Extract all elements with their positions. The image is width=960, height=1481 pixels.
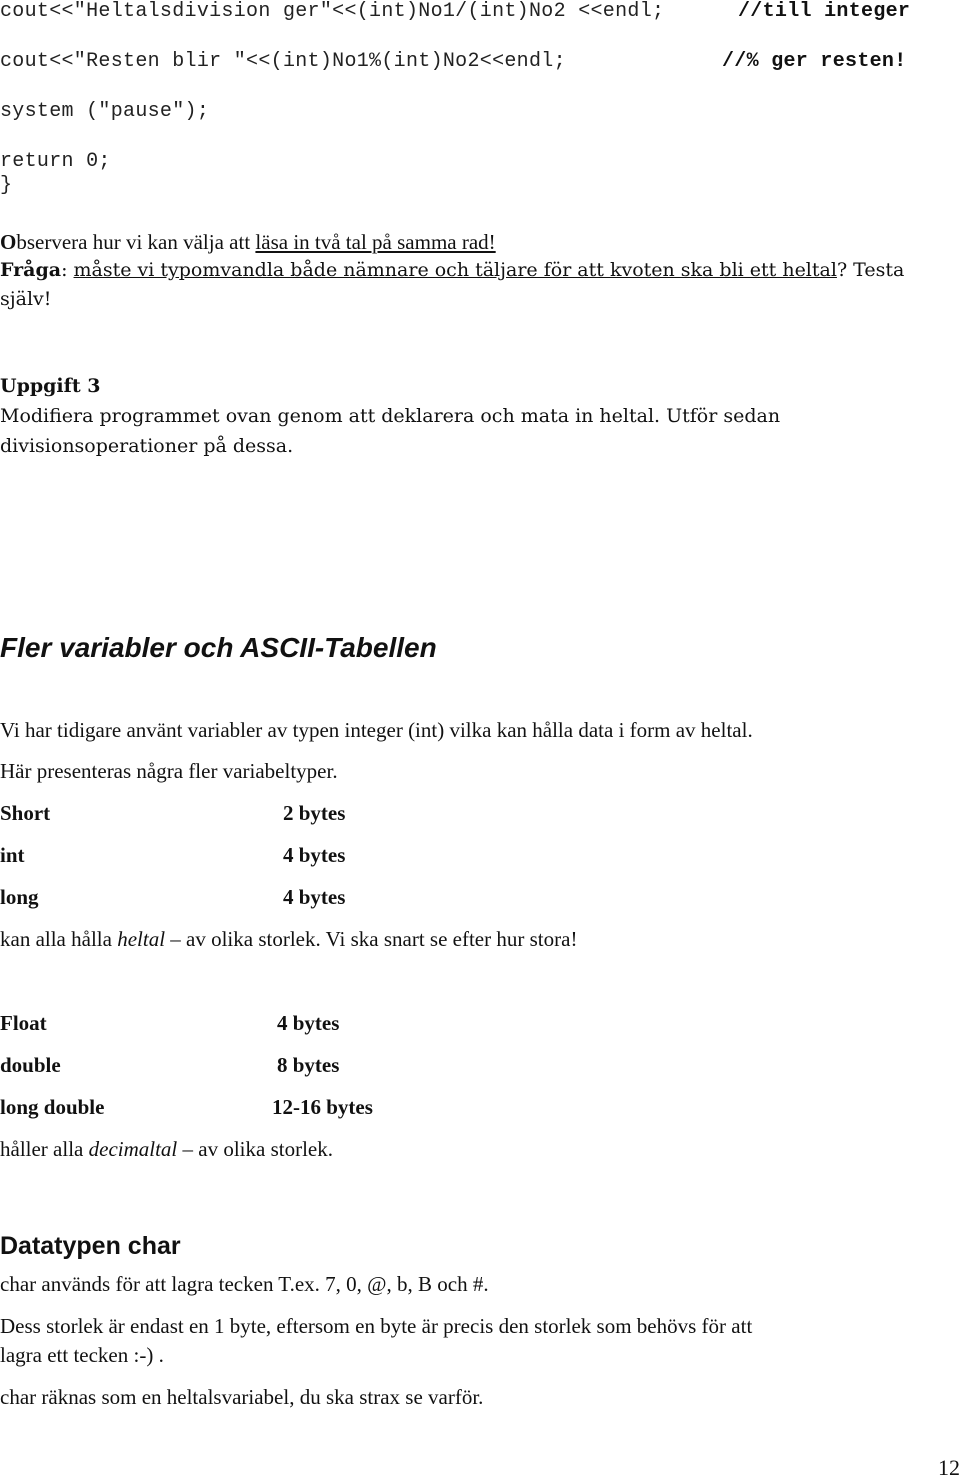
question-tail: ? Testa xyxy=(836,259,905,281)
question-line: Fråga: måste vi typomvandla både nämnare… xyxy=(0,259,904,281)
type-size: 8 bytes xyxy=(277,1053,340,1077)
type-name: long double xyxy=(0,1095,105,1119)
integer-note: kan alla hålla heltal – av olika storlek… xyxy=(0,927,577,952)
code-text: cout<<"Heltalsdivision ger"<<(int)No1/(i… xyxy=(0,0,665,23)
question-underlined: måste vi typomvandla både nämnare och tä… xyxy=(73,259,837,281)
type-row: Short 2 bytes xyxy=(0,801,345,826)
type-row: Float 4 bytes xyxy=(0,1011,339,1036)
code-text: cout<<"Resten blir "<<(int)No1%(int)No2<… xyxy=(0,50,566,73)
code-line-4: return 0; xyxy=(0,150,111,173)
note-text: kan alla hålla xyxy=(0,927,118,951)
code-line-5: } xyxy=(0,174,13,197)
section1-para-2: Här presenteras några fler variabeltyper… xyxy=(0,759,338,783)
task-title: Uppgift 3 xyxy=(0,375,101,397)
float-note: håller alla decimaltal – av olika storle… xyxy=(0,1137,333,1162)
type-row: long 4 bytes xyxy=(0,885,345,910)
code-comment: //% ger resten! xyxy=(722,50,907,73)
task-line-2: divisionsoperationer på dessa. xyxy=(0,435,294,457)
code-line-3: system ("pause"); xyxy=(0,100,210,123)
type-name: double xyxy=(0,1053,61,1077)
type-size: 12-16 bytes xyxy=(272,1095,373,1119)
question-line-2: själv! xyxy=(0,288,52,310)
note-italic: heltal xyxy=(117,927,166,951)
note-italic: decimaltal xyxy=(88,1137,178,1161)
question-label: Fråga xyxy=(0,259,62,281)
section2-para-1: char används för att lagra tecken T.ex. … xyxy=(0,1272,489,1296)
type-name: Float xyxy=(0,1011,47,1035)
section1-para-1: Vi har tidigare använt variabler av type… xyxy=(0,718,753,742)
note-text: – av olika storlek. xyxy=(177,1137,333,1161)
type-size: 4 bytes xyxy=(277,1011,340,1035)
note-text: håller alla xyxy=(0,1137,89,1161)
type-name: int xyxy=(0,843,25,867)
note-text: – av olika storlek. Vi ska snart se efte… xyxy=(165,927,578,951)
section-heading-variables: Fler variabler och ASCII-Tabellen xyxy=(0,632,437,663)
observe-line: Observera hur vi kan välja att läsa in t… xyxy=(0,230,496,255)
section2-para-3: char räknas som en heltalsvariabel, du s… xyxy=(0,1385,484,1409)
type-size: 2 bytes xyxy=(283,801,346,825)
observe-text: bservera hur vi kan välja att xyxy=(16,230,256,254)
task-line-1: Modifiera programmet ovan genom att dekl… xyxy=(0,405,781,427)
section-heading-char: Datatypen char xyxy=(0,1232,181,1260)
type-row: int 4 bytes xyxy=(0,843,345,868)
type-size: 4 bytes xyxy=(283,843,346,867)
type-name: long xyxy=(0,885,39,909)
page-number: 12 xyxy=(938,1455,960,1480)
observe-underlined: läsa in två tal på samma rad! xyxy=(255,230,496,254)
code-line-2: cout<<"Resten blir "<<(int)No1%(int)No2<… xyxy=(0,50,906,73)
type-row: long double 12-16 bytes xyxy=(0,1095,373,1120)
section2-para-2-line-2: lagra ett tecken :-) . xyxy=(0,1343,164,1367)
type-size: 4 bytes xyxy=(283,885,346,909)
question-colon: : xyxy=(61,259,74,281)
observe-first-letter: O xyxy=(0,230,17,254)
type-row: double 8 bytes xyxy=(0,1053,339,1078)
code-line-1: cout<<"Heltalsdivision ger"<<(int)No1/(i… xyxy=(0,0,910,23)
section2-para-2-line-1: Dess storlek är endast en 1 byte, efters… xyxy=(0,1314,753,1338)
type-name: Short xyxy=(0,801,51,825)
code-comment: //till integer xyxy=(738,0,911,23)
